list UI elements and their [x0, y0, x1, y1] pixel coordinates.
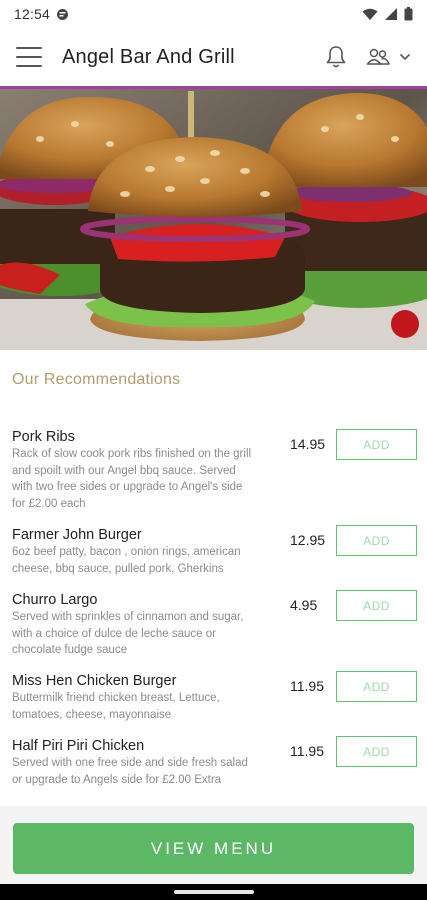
people-icon: [365, 47, 391, 67]
item-description: Rack of slow cook pork ribs finished on …: [12, 448, 252, 510]
app-title: Angel Bar And Grill: [62, 45, 235, 68]
list-item: Half Piri Piri Chicken Served with one f…: [0, 736, 427, 797]
battery-icon: [404, 7, 413, 21]
app-bar: Angel Bar And Grill: [0, 28, 427, 86]
add-button[interactable]: ADD: [336, 671, 417, 702]
item-price: 11.95: [290, 743, 324, 759]
add-button[interactable]: ADD: [336, 429, 417, 460]
bell-icon[interactable]: [325, 45, 347, 69]
add-button[interactable]: ADD: [336, 525, 417, 556]
signal-icon: [384, 7, 398, 21]
item-description: Buttermilk friend chicken breast, Lettuc…: [12, 692, 220, 721]
add-button[interactable]: ADD: [336, 590, 417, 621]
wifi-icon: [362, 8, 378, 21]
item-price: 4.95: [290, 597, 318, 613]
view-menu-button[interactable]: VIEW MENU: [13, 823, 414, 874]
item-description: Served with sprinkles of cinnamon and su…: [12, 611, 244, 656]
status-bar: 12:54: [0, 0, 427, 28]
hero-burger-image: [0, 89, 427, 350]
home-indicator[interactable]: [174, 890, 254, 894]
item-description: Served with one free side and side fresh…: [12, 757, 248, 786]
list-item: Miss Hen Chicken Burger Buttermilk frien…: [0, 671, 427, 737]
menu-icon[interactable]: [16, 47, 42, 67]
item-description: 6oz beef patty, bacon , onion rings, ame…: [12, 546, 241, 575]
list-item: Farmer John Burger 6oz beef patty, bacon…: [0, 525, 427, 591]
chevron-down-icon: [399, 53, 411, 61]
account-switch[interactable]: [365, 47, 411, 67]
item-price: 12.95: [290, 532, 326, 548]
section-title: Our Recommendations: [12, 371, 181, 388]
add-button[interactable]: ADD: [336, 736, 417, 767]
notification-icon: [56, 8, 69, 21]
status-time: 12:54: [14, 6, 51, 22]
recommendations-list: Pork Ribs Rack of slow cook pork ribs fi…: [0, 428, 427, 797]
list-item: Churro Largo Served with sprinkles of ci…: [0, 590, 427, 672]
list-item: Pork Ribs Rack of slow cook pork ribs fi…: [0, 428, 427, 526]
item-price: 11.95: [290, 678, 324, 694]
item-price: 14.95: [290, 436, 326, 452]
